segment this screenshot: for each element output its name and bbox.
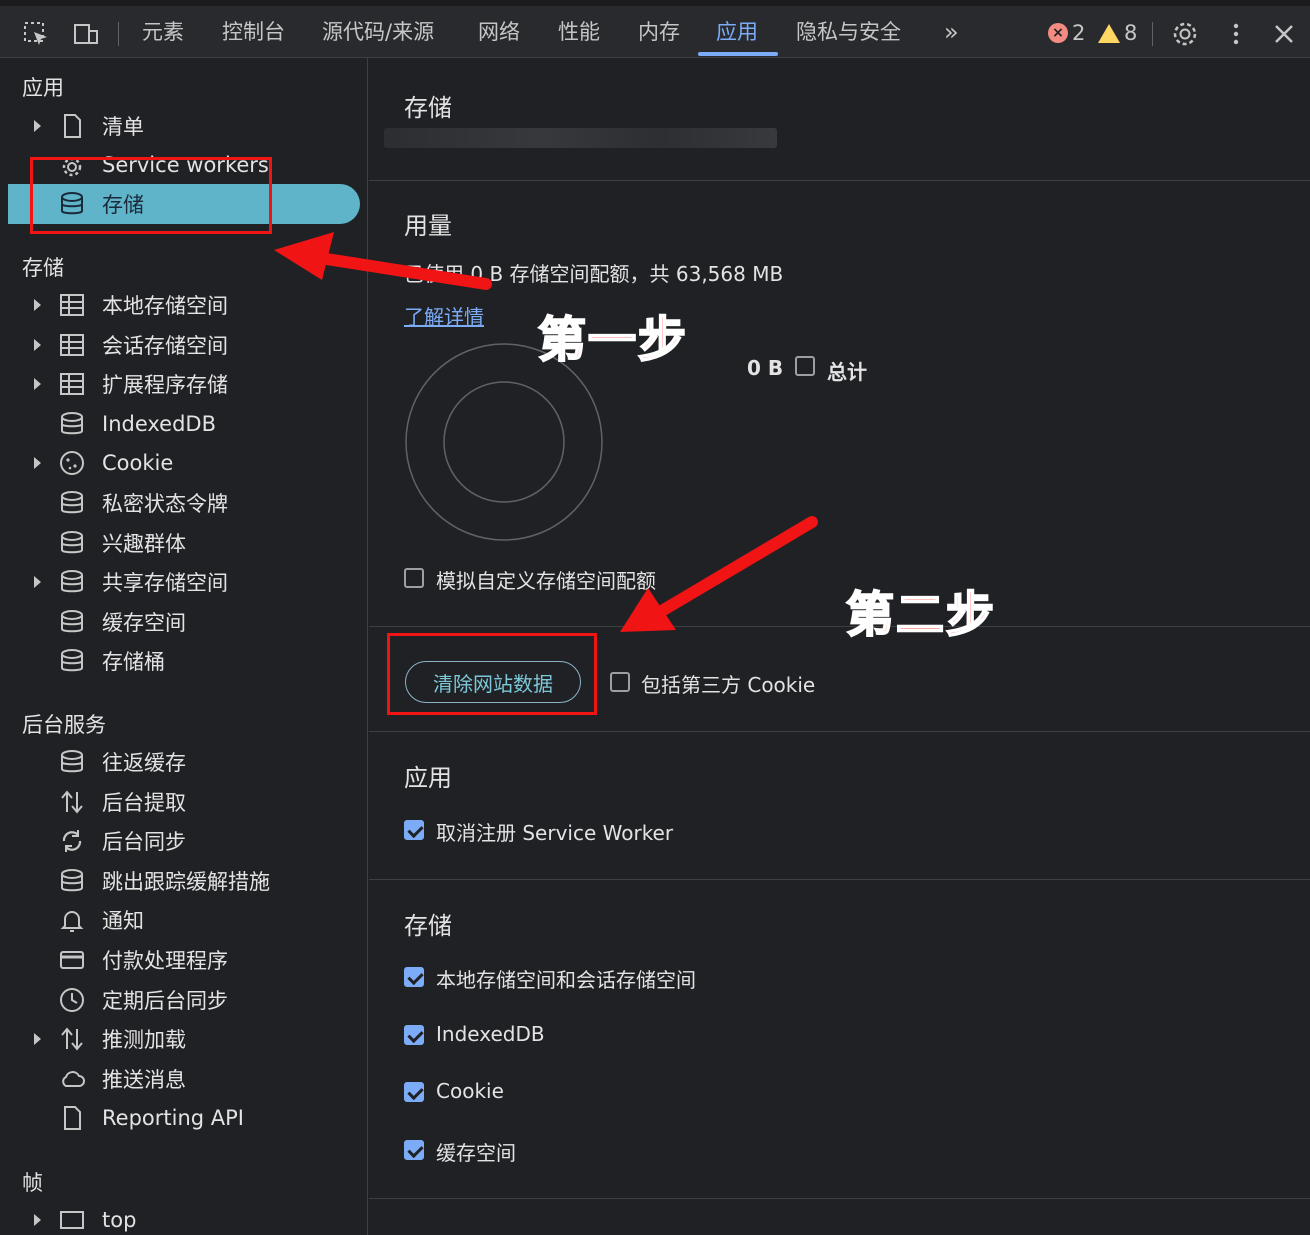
annotation-arrows xyxy=(274,232,818,632)
annotation-step-two: 第二步 xyxy=(845,586,997,644)
annotation-step-one: 第一步 xyxy=(537,311,689,369)
